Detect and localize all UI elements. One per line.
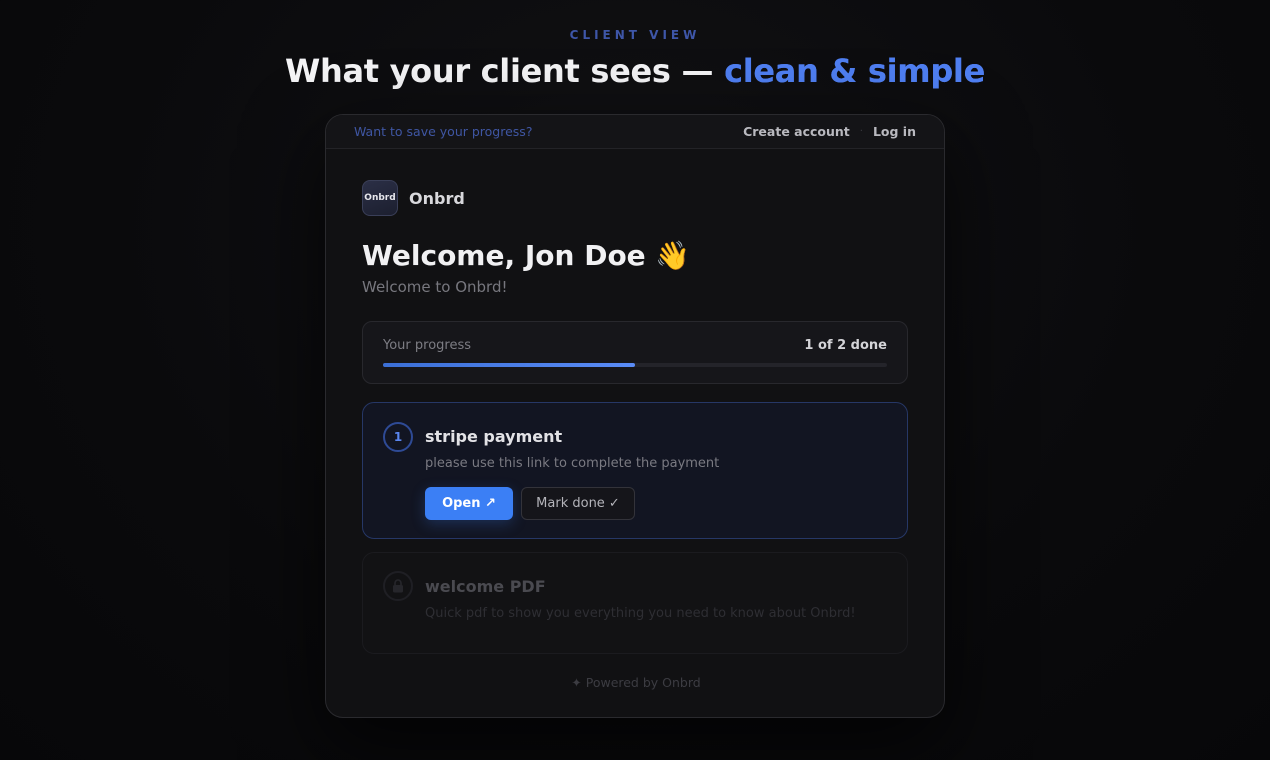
headline-main: What your client sees — xyxy=(284,52,714,90)
progress-fill xyxy=(383,363,635,367)
welcome-subtitle: Welcome to Onbrd! xyxy=(362,278,508,296)
powered-by-footer[interactable]: ✦ Powered by Onbrd xyxy=(326,675,944,690)
link-separator: · xyxy=(859,126,863,137)
step-title: welcome PDF xyxy=(425,577,546,596)
lock-icon xyxy=(383,571,413,601)
eyebrow-label: CLIENT VIEW xyxy=(569,28,701,42)
save-progress-prompt: Want to save your progress? xyxy=(354,124,533,139)
welcome-title: Welcome, Jon Doe 👋 xyxy=(362,239,691,272)
step-number-badge: 1 xyxy=(383,422,413,452)
open-link-button[interactable]: Open ↗ xyxy=(425,487,513,520)
step-card-stripe-payment: 1 stripe payment please use this link to… xyxy=(362,402,908,539)
brand-name: Onbrd xyxy=(409,188,465,208)
step-description: please use this link to complete the pay… xyxy=(425,456,720,471)
headline-accent: clean & simple xyxy=(724,52,986,90)
client-portal-card: Want to save your progress? Create accou… xyxy=(325,114,945,718)
progress-label: Your progress xyxy=(383,338,472,353)
brand: Onbrd Onbrd xyxy=(362,180,465,216)
progress-count: 1 of 2 done xyxy=(804,338,887,353)
step-card-welcome-pdf: welcome PDF Quick pdf to show you everyt… xyxy=(362,552,908,654)
brand-logo: Onbrd xyxy=(362,180,398,216)
portal-topbar: Want to save your progress? Create accou… xyxy=(326,115,944,149)
login-link[interactable]: Log in xyxy=(873,124,916,139)
step-description: Quick pdf to show you everything you nee… xyxy=(425,606,856,621)
step-title: stripe payment xyxy=(425,427,563,446)
account-links: Create account · Log in xyxy=(743,124,916,139)
page-headline: What your client sees — clean & simple xyxy=(0,52,1270,90)
mark-done-button[interactable]: Mark done ✓ xyxy=(521,487,635,520)
progress-track xyxy=(383,363,887,367)
create-account-link[interactable]: Create account xyxy=(743,124,850,139)
progress-panel: Your progress 1 of 2 done xyxy=(362,321,908,384)
